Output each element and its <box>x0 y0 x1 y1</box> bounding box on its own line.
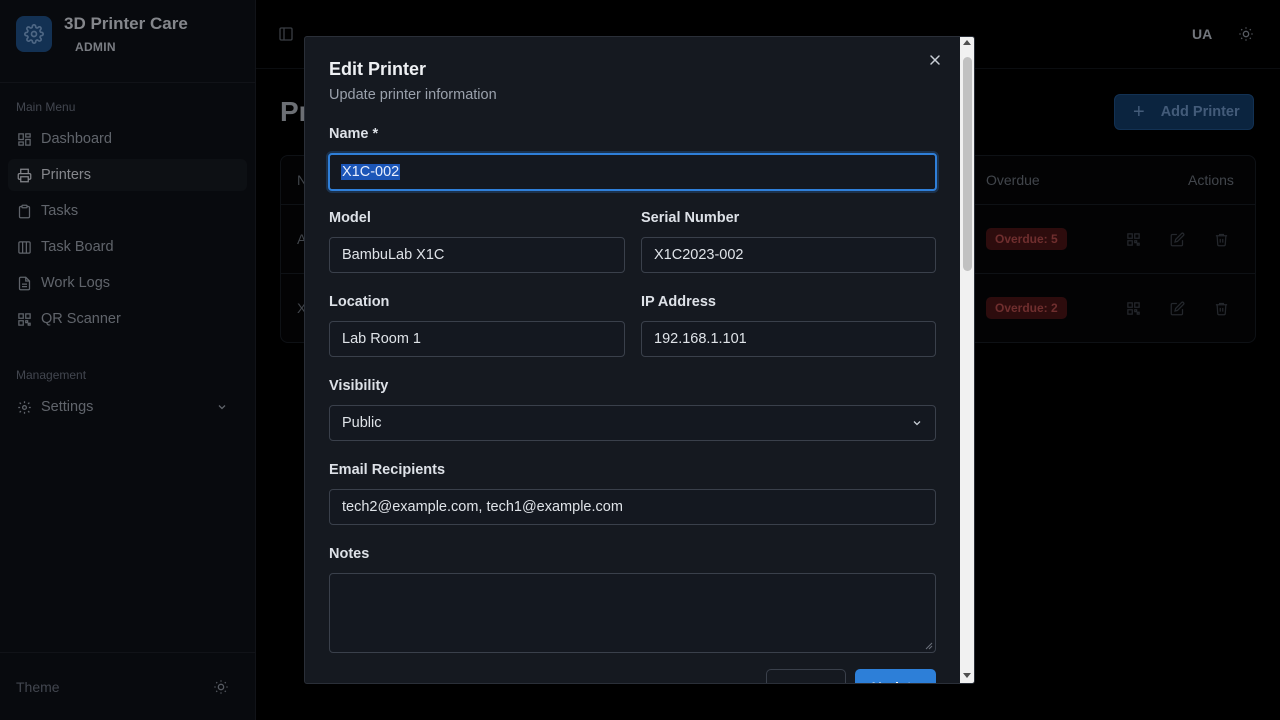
dialog-title: Edit Printer <box>329 59 427 79</box>
notes-label: Notes <box>329 546 370 562</box>
name-label: Name * <box>329 126 379 142</box>
serial-number-input[interactable]: X1C2023-002 <box>641 237 936 273</box>
serial-number-value: X1C2023-002 <box>654 247 744 263</box>
ip-address-input[interactable]: 192.168.1.101 <box>641 321 936 357</box>
scroll-thumb[interactable] <box>963 57 972 271</box>
resize-handle-icon[interactable] <box>925 642 933 650</box>
visibility-select[interactable]: Public <box>329 405 936 441</box>
model-input[interactable]: BambuLab X1C <box>329 237 625 273</box>
scroll-up-arrow-icon[interactable] <box>963 40 971 45</box>
visibility-value: Public <box>342 415 382 431</box>
location-value: Lab Room 1 <box>342 331 421 347</box>
serial-number-label: Serial Number <box>641 210 740 226</box>
scroll-down-arrow-icon[interactable] <box>963 673 971 678</box>
ip-address-value: 192.168.1.101 <box>654 331 747 347</box>
model-value: BambuLab X1C <box>342 247 445 263</box>
edit-printer-dialog: Edit Printer Update printer information … <box>304 36 975 684</box>
notes-textarea[interactable] <box>329 573 936 653</box>
name-input[interactable]: X1C-002 <box>328 153 937 191</box>
location-label: Location <box>329 294 390 310</box>
email-recipients-label: Email Recipients <box>329 462 446 478</box>
email-recipients-input[interactable]: tech2@example.com, tech1@example.com <box>329 489 936 525</box>
dialog-scrollbar[interactable] <box>960 37 974 683</box>
name-value: X1C-002 <box>341 164 401 180</box>
ip-address-label: IP Address <box>641 294 716 310</box>
location-input[interactable]: Lab Room 1 <box>329 321 625 357</box>
visibility-label: Visibility <box>329 378 389 394</box>
email-recipients-value: tech2@example.com, tech1@example.com <box>342 499 623 515</box>
model-label: Model <box>329 210 371 226</box>
dialog-subtitle: Update printer information <box>329 87 497 103</box>
update-button[interactable]: Update <box>855 669 936 683</box>
chevron-down-icon <box>913 421 921 426</box>
close-icon[interactable] <box>927 52 943 73</box>
cancel-button[interactable]: Cancel <box>766 669 846 683</box>
